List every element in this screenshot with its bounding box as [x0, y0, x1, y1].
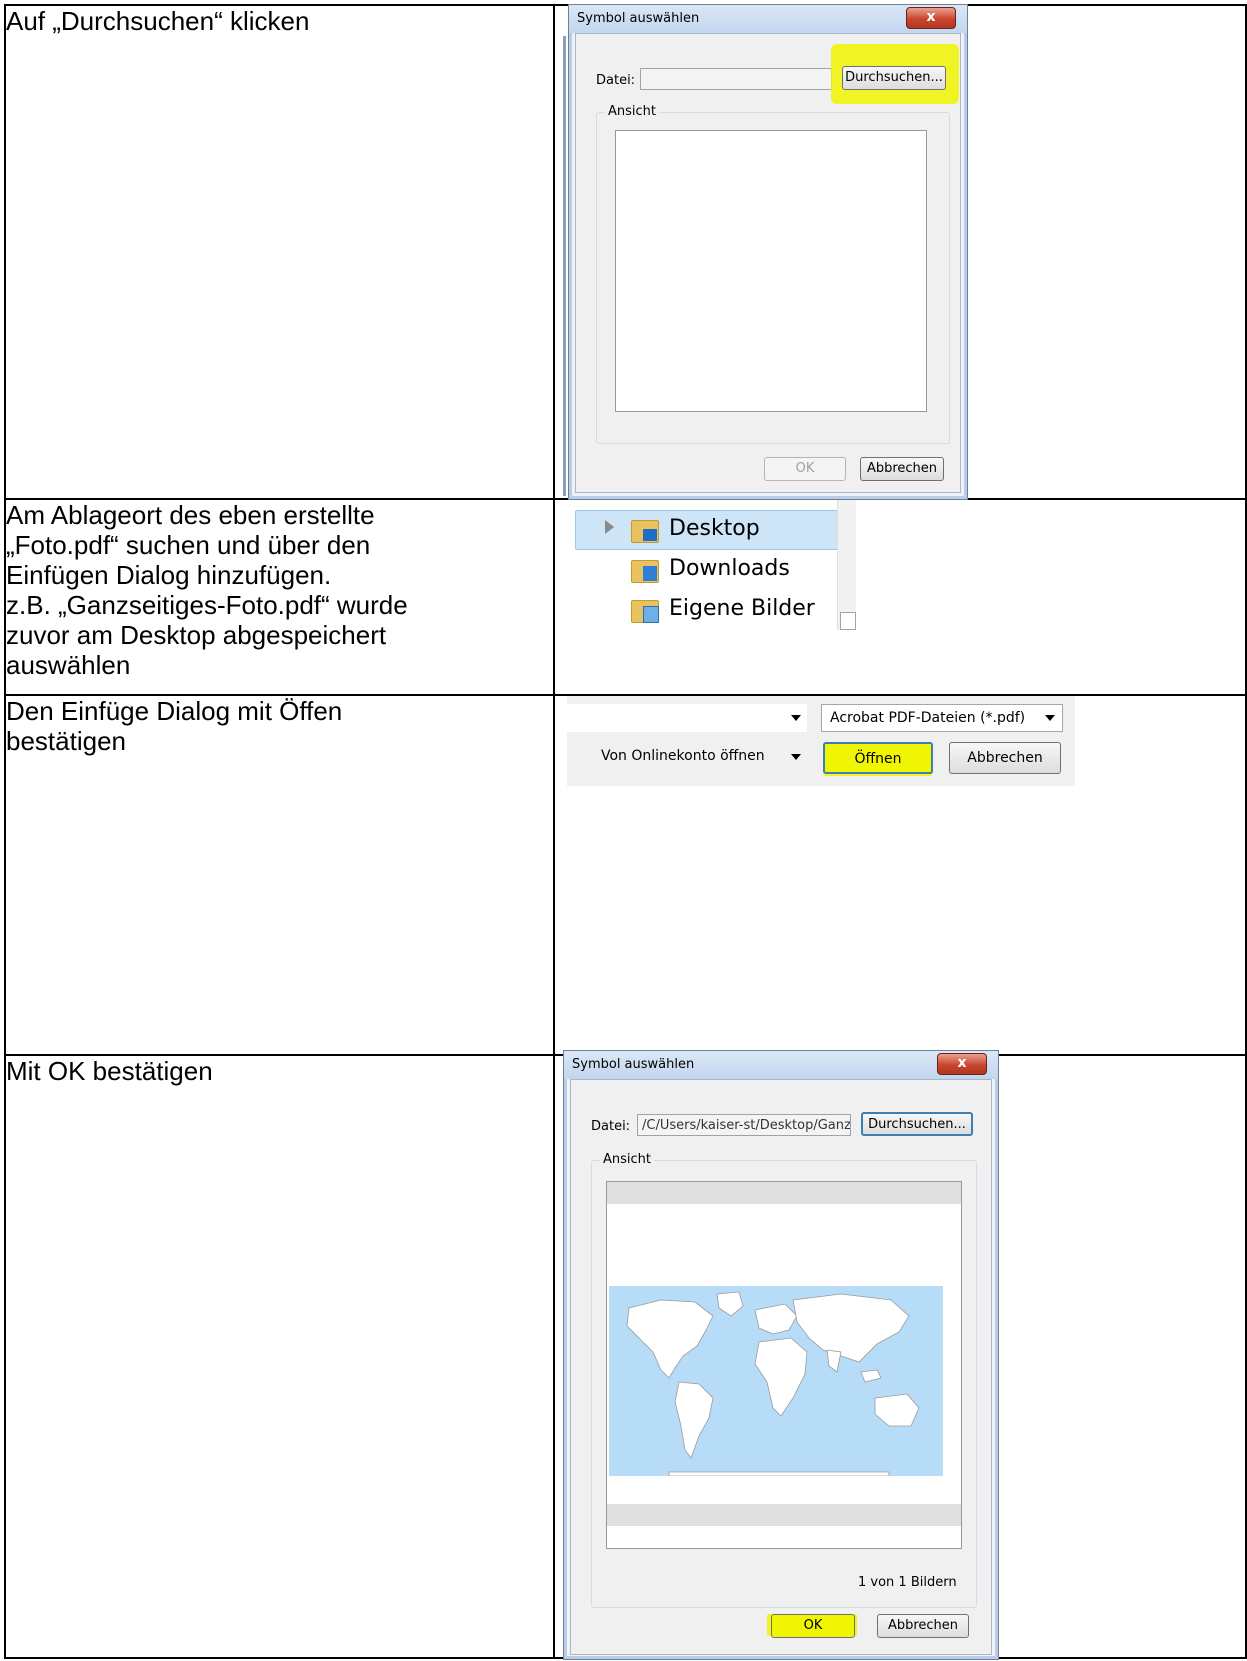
nav-item-downloads[interactable]: Downloads: [669, 550, 790, 588]
scrollbar-thumb[interactable]: [840, 612, 856, 630]
screenshot-cell: Desktop Downloads Eigene Bilder: [553, 498, 1247, 696]
close-icon: x: [957, 1055, 967, 1071]
table-row: Auf „Durchsuchen“ klicken Symbol auswähl…: [4, 4, 1247, 500]
browse-button[interactable]: Durchsuchen...: [861, 1112, 973, 1136]
instruction-cell: Am Ablageort des eben erstellte „Foto.pd…: [4, 498, 555, 696]
chevron-down-icon[interactable]: [1045, 715, 1055, 721]
instruction-text: Einfügen Dialog hinzufügen.: [6, 560, 332, 590]
instruction-text: Auf „Durchsuchen“ klicken: [6, 6, 310, 36]
instruction-text: Am Ablageort des eben erstellte: [6, 500, 375, 530]
explorer-nav-pane: Desktop Downloads Eigene Bilder: [565, 500, 856, 630]
instruction-text: Mit OK bestätigen: [6, 1056, 213, 1086]
dialog-titlebar: Symbol auswählen x: [569, 5, 967, 33]
table-row: Am Ablageort des eben erstellte „Foto.pd…: [4, 498, 1247, 696]
nav-item-eigene-bilder[interactable]: Eigene Bilder: [669, 590, 815, 628]
dialog-title: Symbol auswählen: [572, 1057, 695, 1072]
file-field[interactable]: [640, 68, 832, 90]
file-label: Datei:: [591, 1119, 631, 1134]
file-label: Datei:: [596, 73, 636, 88]
screenshot-cell: Symbol auswählen x Datei: Durchsuchen...…: [553, 4, 1247, 500]
preview-group: Ansicht: [591, 1152, 977, 1608]
close-icon: x: [926, 9, 936, 25]
symbol-dialog: Symbol auswählen x Datei: Durchsuchen...…: [568, 4, 968, 500]
instruction-text: zuvor am Desktop abgespeichert: [6, 620, 387, 650]
nav-item-desktop[interactable]: Desktop: [669, 510, 760, 548]
dialog-titlebar: Symbol auswählen x: [564, 1051, 998, 1079]
dialog-title: Symbol auswählen: [577, 11, 700, 26]
dialog-body: Datei: /C/Users/kaiser-st/Desktop/Ganz D…: [570, 1079, 992, 1655]
pictures-folder-icon: [631, 597, 659, 623]
world-map-image: [609, 1286, 943, 1476]
instruction-text: „Foto.pdf“ suchen und über den: [6, 530, 371, 560]
scrollbar[interactable]: [837, 500, 856, 630]
preview-area: [606, 1181, 962, 1549]
preview-area: [615, 130, 927, 412]
downloads-folder-icon: [631, 557, 659, 583]
desktop-folder-icon: [631, 517, 659, 543]
cancel-button[interactable]: Abbrechen: [877, 1614, 969, 1638]
instruction-cell: Auf „Durchsuchen“ klicken: [4, 4, 555, 500]
instruction-text: Den Einfüge Dialog mit Öffen: [6, 696, 343, 726]
group-title: Ansicht: [605, 104, 660, 119]
instruction-table: Auf „Durchsuchen“ klicken Symbol auswähl…: [4, 4, 1247, 1660]
chevron-down-icon[interactable]: [791, 715, 801, 721]
close-button[interactable]: x: [937, 1053, 987, 1075]
instruction-text: z.B. „Ganzseitiges-Foto.pdf“ wurde: [6, 590, 408, 620]
symbol-dialog: Symbol auswählen x Datei: /C/Users/kaise…: [563, 1050, 999, 1660]
expand-arrow-icon[interactable]: [605, 520, 614, 534]
filetype-select[interactable]: Acrobat PDF-Dateien (*.pdf): [821, 704, 1063, 732]
screenshot-cell: Acrobat PDF-Dateien (*.pdf) Von Onlineko…: [553, 694, 1247, 1056]
file-field[interactable]: /C/Users/kaiser-st/Desktop/Ganz: [637, 1114, 851, 1136]
preview-group: Ansicht: [596, 104, 950, 444]
filename-combo[interactable]: [567, 704, 807, 732]
image-count: 1 von 1 Bildern: [858, 1575, 957, 1590]
ok-button[interactable]: OK: [771, 1614, 855, 1638]
table-row: Mit OK bestätigen Symbol auswählen x Dat…: [4, 1050, 1247, 1660]
open-dialog-bottom: Acrobat PDF-Dateien (*.pdf) Von Onlineko…: [567, 696, 1075, 786]
filetype-value: Acrobat PDF-Dateien (*.pdf): [830, 710, 1026, 726]
online-account-label[interactable]: Von Onlinekonto öffnen: [601, 748, 765, 764]
cancel-button[interactable]: Abbrechen: [949, 742, 1061, 774]
instruction-cell: Mit OK bestätigen: [4, 1054, 555, 1659]
screenshot-cell: Symbol auswählen x Datei: /C/Users/kaise…: [553, 1050, 1247, 1660]
group-title: Ansicht: [600, 1152, 655, 1167]
instruction-cell: Den Einfüge Dialog mit Öffen bestätigen: [4, 694, 555, 1056]
dialog-body: Datei: Durchsuchen... Ansicht OK Abbrech…: [575, 33, 961, 493]
instruction-text: bestätigen: [6, 726, 126, 756]
browse-button[interactable]: Durchsuchen...: [842, 66, 946, 90]
instruction-text: auswählen: [6, 650, 131, 680]
open-button[interactable]: Öffnen: [823, 742, 933, 774]
chevron-down-icon[interactable]: [791, 754, 801, 760]
ok-button[interactable]: OK: [764, 457, 846, 481]
table-row: Den Einfüge Dialog mit Öffen bestätigen …: [4, 694, 1247, 1056]
close-button[interactable]: x: [906, 7, 956, 29]
cancel-button[interactable]: Abbrechen: [860, 457, 944, 481]
